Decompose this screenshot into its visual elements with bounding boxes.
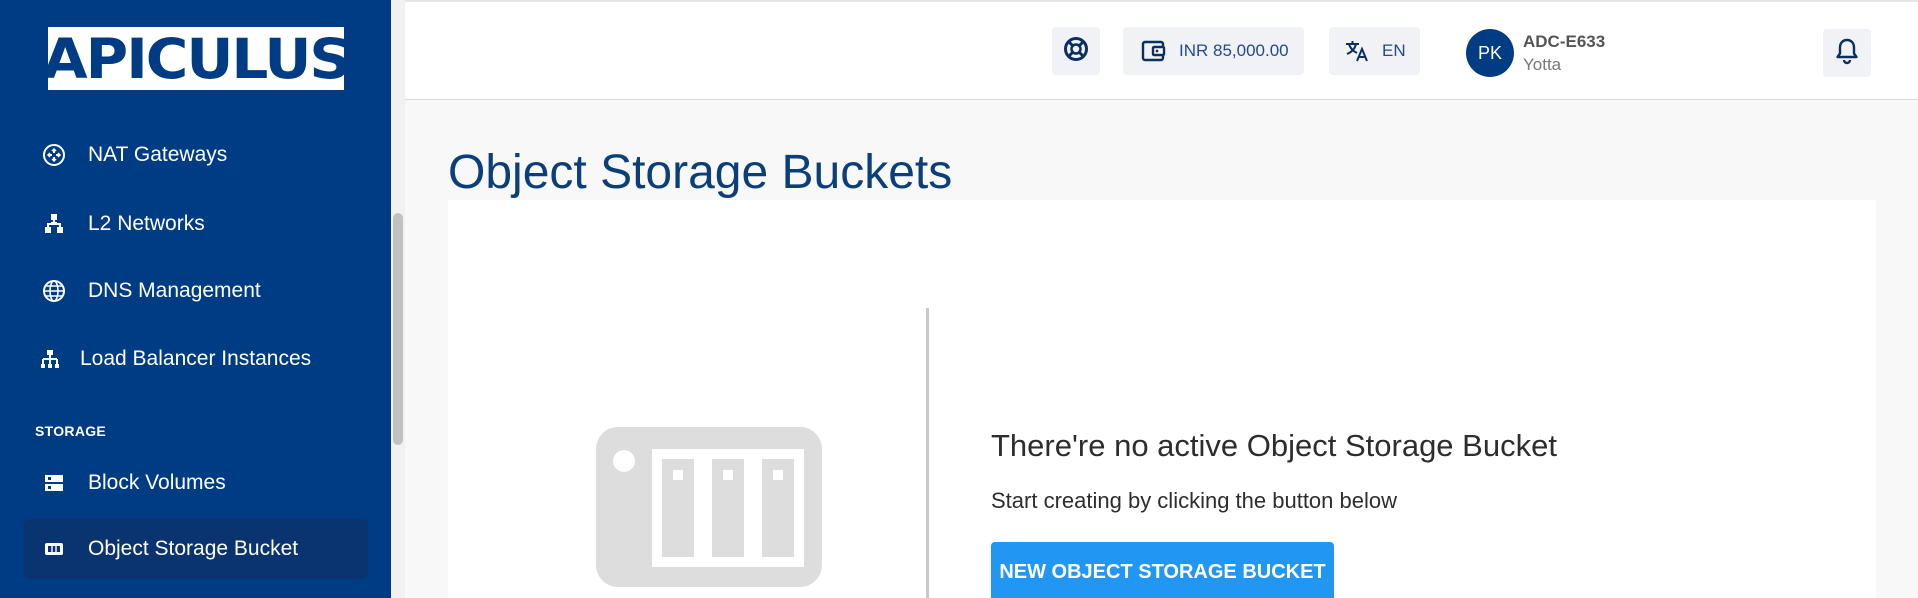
sidebar-item-label: NAT Gateways <box>88 143 228 166</box>
block-volume-icon <box>40 469 68 497</box>
sidebar-item-label: Block Volumes <box>88 471 226 494</box>
notifications-button[interactable] <box>1823 29 1871 77</box>
language-label: EN <box>1382 41 1406 60</box>
sidebar-item-label: L2 Networks <box>88 212 205 235</box>
wallet-balance: INR 85,000.00 <box>1179 41 1289 60</box>
user-org: Yotta <box>1523 55 1562 74</box>
sidebar-scrollbar[interactable] <box>391 0 405 598</box>
sidebar-item-label: DNS Management <box>88 279 261 302</box>
sidebar-item-l2-networks[interactable]: L2 Networks <box>24 194 368 254</box>
new-object-storage-bucket-button[interactable]: NEW OBJECT STORAGE BUCKET <box>991 542 1334 598</box>
sidebar-item-nat-gateways[interactable]: NAT Gateways <box>24 125 368 185</box>
scrollbar-thumb[interactable] <box>393 213 403 445</box>
wallet-balance-button[interactable]: INR 85,000.00 <box>1123 27 1304 75</box>
logo[interactable]: APICULUS <box>43 27 351 90</box>
translate-icon <box>1344 39 1370 63</box>
top-header: INR 85,000.00 EN PK ADC-E633 Yotta <box>405 0 1918 100</box>
section-label-storage: STORAGE <box>35 423 107 439</box>
sidebar-item-load-balancer-instances[interactable]: Load Balancer Instances <box>24 329 368 389</box>
support-button[interactable] <box>1052 27 1100 75</box>
avatar[interactable]: PK <box>1466 29 1514 77</box>
sidebar-item-label: Object Storage Bucket <box>88 537 299 560</box>
language-button[interactable]: EN <box>1329 27 1420 75</box>
sidebar-item-dns-management[interactable]: DNS Management <box>24 261 368 321</box>
bell-icon <box>1834 37 1860 70</box>
storage-device-icon <box>596 427 822 592</box>
lifebuoy-icon <box>1063 36 1089 67</box>
page-title: Object Storage Buckets <box>448 146 953 199</box>
user-name[interactable]: ADC-E633 <box>1523 32 1605 52</box>
object-storage-icon <box>40 535 68 563</box>
sidebar-item-object-storage-bucket[interactable]: Object Storage Bucket <box>24 519 368 579</box>
network-hierarchy-icon <box>40 210 68 238</box>
sidebar-item-block-volumes[interactable]: Block Volumes <box>24 453 368 513</box>
nat-gateway-icon <box>40 141 68 169</box>
wallet-icon <box>1141 39 1167 63</box>
sidebar-item-label: Load Balancer Instances <box>80 347 312 370</box>
globe-icon <box>40 277 68 305</box>
sidebar: APICULUS NAT Gateways L2 Networks DNS Ma… <box>0 0 391 598</box>
divider <box>926 308 929 598</box>
empty-state-subtitle: Start creating by clicking the button be… <box>991 488 1398 513</box>
logo-text: APICULUS <box>42 26 351 91</box>
empty-state-title: There're no active Object Storage Bucket <box>991 428 1557 463</box>
load-balancer-icon <box>36 345 64 373</box>
